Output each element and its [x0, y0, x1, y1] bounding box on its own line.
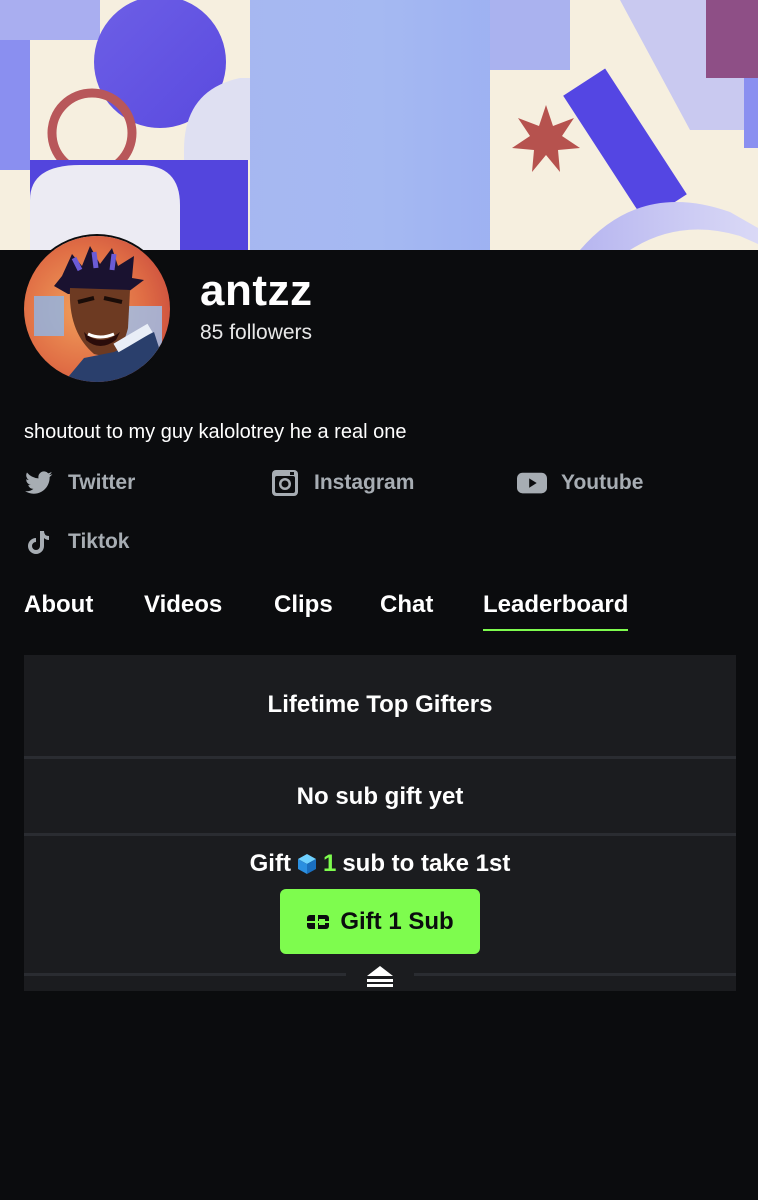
- social-label-twitter: Twitter: [68, 471, 136, 494]
- avatar[interactable]: [24, 236, 170, 382]
- leaderboard-empty-state: No sub gift yet: [296, 783, 464, 810]
- tab-leaderboard[interactable]: Leaderboard: [483, 591, 629, 631]
- channel-bio: shoutout to my guy kalolotrey he a real …: [24, 421, 407, 443]
- leaderboard-title: Lifetime Top Gifters: [267, 691, 493, 718]
- social-label-instagram: Instagram: [314, 471, 415, 494]
- tab-about[interactable]: About: [24, 591, 93, 629]
- divider: [24, 833, 736, 836]
- tab-clips[interactable]: Clips: [274, 591, 333, 629]
- gift-prompt-prefix: Gift: [249, 850, 291, 877]
- social-label-youtube: Youtube: [561, 471, 644, 494]
- gift-prompt-count: 1: [322, 850, 337, 877]
- youtube-icon: [517, 468, 547, 498]
- leaderboard-card: Lifetime Top Gifters No sub gift yet Gif…: [24, 655, 736, 991]
- social-link-youtube[interactable]: Youtube: [517, 468, 643, 498]
- gift-sub-button[interactable]: Gift 1 Sub: [280, 889, 480, 954]
- divider: [414, 973, 736, 976]
- social-link-twitter[interactable]: Twitter: [24, 468, 135, 498]
- gift-sub-button-label: Gift 1 Sub: [340, 907, 454, 935]
- channel-banner: [0, 0, 758, 250]
- follower-count: 85 followers: [200, 321, 313, 344]
- social-link-instagram[interactable]: Instagram: [270, 468, 414, 498]
- channel-name: antzz: [200, 266, 313, 315]
- sub-cube-icon: [297, 853, 317, 875]
- divider: [24, 973, 346, 976]
- instagram-icon: [270, 468, 300, 498]
- divider: [24, 756, 736, 759]
- social-link-tiktok[interactable]: Tiktok: [24, 527, 129, 557]
- tab-chat[interactable]: Chat: [380, 591, 433, 629]
- gift-prompt-suffix: sub to take 1st: [342, 850, 511, 877]
- twitter-icon: [24, 468, 54, 498]
- tiktok-icon: [24, 527, 54, 557]
- gift-icon: [306, 913, 330, 931]
- tab-videos[interactable]: Videos: [144, 591, 222, 629]
- collapse-icon: [365, 964, 395, 988]
- social-label-tiktok: Tiktok: [68, 530, 130, 553]
- collapse-button[interactable]: [356, 961, 404, 991]
- gift-prompt: Gift 1 sub to take 1st: [24, 850, 736, 878]
